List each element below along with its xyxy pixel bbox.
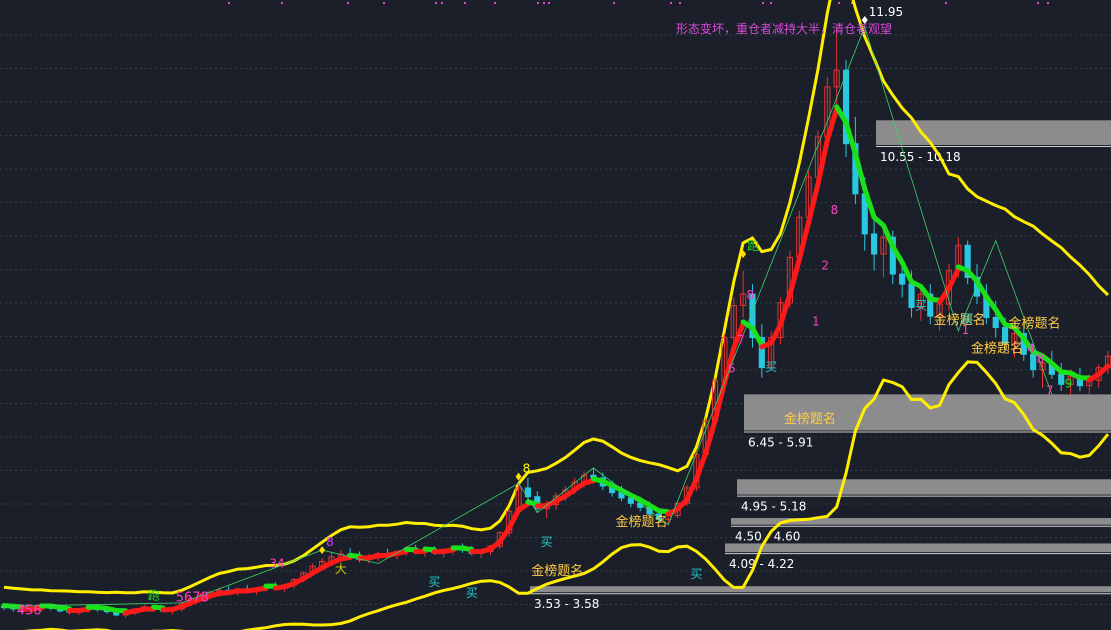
zone-label: 4.09 - 4.22: [729, 557, 794, 571]
fast-line-segment: [254, 585, 269, 593]
signal-label: 买: [466, 586, 478, 600]
signal-label: 大: [335, 562, 347, 576]
signal-dot: [1037, 2, 1039, 4]
fast-moving-average: [1, 104, 1111, 616]
fast-line-segment: [525, 499, 540, 507]
signal-label: 买: [765, 360, 777, 374]
fast-line-segment: [787, 257, 802, 297]
signal-label: 买: [541, 535, 553, 549]
fast-line-segment: [656, 508, 671, 515]
zone-box: [737, 479, 1111, 495]
signal-dot: [762, 2, 764, 4]
signal-dot: [838, 2, 840, 4]
fast-line-segment: [806, 181, 821, 226]
signal-dot: [670, 2, 672, 4]
fast-line-segment: [815, 137, 830, 187]
fast-line-segment: [422, 546, 437, 553]
signal-dot: [347, 2, 349, 4]
signal-label: 买: [915, 298, 927, 312]
fast-line-segment: [413, 548, 428, 555]
candle-body: [1030, 353, 1037, 371]
fast-line-segment: [581, 478, 596, 486]
marker-label: 8: [326, 535, 334, 549]
signal-dot: [281, 2, 283, 4]
candle-body: [899, 273, 906, 285]
candle-body: [992, 317, 999, 329]
fast-line-segment: [768, 322, 784, 346]
signal-dot: [494, 2, 496, 4]
signal-label: 8: [746, 288, 754, 302]
signal-dot: [945, 2, 947, 4]
signal-dot: [435, 2, 437, 4]
fast-line-segment: [57, 604, 72, 612]
signal-dot: [613, 2, 615, 4]
zone-box: [876, 120, 1111, 146]
signal-label: 金榜题名: [1008, 316, 1060, 332]
signal-label: 买: [428, 575, 440, 589]
signal-dot: [383, 2, 385, 4]
signal-label: 金榜题名: [934, 312, 986, 328]
signal-label: 5678: [176, 591, 209, 606]
signal-label: 跑: [148, 589, 160, 603]
pattern-warning-text: 形态变坏，重仓者减持大半，清仓者观望: [676, 21, 892, 36]
fast-line-segment: [338, 554, 353, 562]
zone-label: 6.45 - 5.91: [748, 435, 813, 449]
signal-dot: [441, 2, 443, 4]
signal-label: 1: [962, 323, 970, 337]
signal-label: 9: [1065, 377, 1073, 391]
signal-dot: [1047, 2, 1049, 4]
signal-label: 金榜题名: [531, 563, 583, 579]
signal-dot: [548, 2, 550, 4]
fast-line-segment: [796, 220, 812, 263]
signal-label: 2: [821, 258, 829, 272]
zone-box: [725, 543, 1111, 553]
signal-label: 1: [812, 315, 820, 329]
zone-box: [530, 586, 1111, 593]
price-chart: 10.55 - 10.186.45 - 5.914.95 - 5.184.50 …: [0, 0, 1111, 630]
fast-line-segment: [76, 606, 91, 614]
signal-label: 金榜题名: [615, 514, 667, 530]
candle-body: [871, 233, 878, 255]
fast-line-segment: [946, 266, 961, 291]
signal-label: 8: [831, 203, 839, 217]
zone-label: 3.53 - 3.58: [534, 597, 599, 611]
marker-label: 8: [523, 462, 531, 476]
candle-body: [637, 502, 644, 508]
signal-label: 7: [737, 333, 745, 347]
fast-line-segment: [684, 476, 699, 503]
zone-label: 4.95 - 5.18: [741, 500, 806, 514]
marker-label: 跑: [747, 239, 759, 253]
signal-label: 34: [269, 557, 284, 571]
fast-line-segment: [441, 547, 456, 554]
signal-label: 6: [728, 361, 736, 375]
fast-line-segment: [151, 604, 166, 611]
candle-body: [1058, 373, 1065, 385]
signal-label: 金榜题名: [971, 340, 1023, 356]
signal-dot: [679, 2, 681, 4]
fast-line-segment: [347, 552, 363, 559]
signal-label: 金榜题名: [784, 411, 836, 427]
zone-label: 10.55 - 10.18: [880, 150, 961, 164]
signal-dot: [464, 2, 466, 4]
signal-dot: [228, 2, 230, 4]
diamond-marker: [319, 546, 326, 555]
fast-line-segment: [778, 291, 793, 328]
fast-line-segment: [506, 507, 522, 531]
signal-label: 456: [17, 603, 42, 618]
fast-line-segment: [693, 450, 709, 482]
marker-label: 11.95: [869, 5, 903, 19]
signal-dot: [543, 2, 545, 4]
candle-body: [908, 283, 915, 308]
signal-label: 7: [1046, 383, 1054, 397]
signal-label: 8: [1037, 352, 1045, 366]
signal-dots-row: [228, 2, 1049, 4]
signal-dot: [770, 2, 772, 4]
signal-label: 4: [1027, 341, 1035, 355]
fast-line-segment: [516, 501, 531, 513]
signal-label: 买: [690, 567, 702, 581]
fast-line-segment: [459, 545, 475, 553]
signal-dot: [537, 2, 539, 4]
